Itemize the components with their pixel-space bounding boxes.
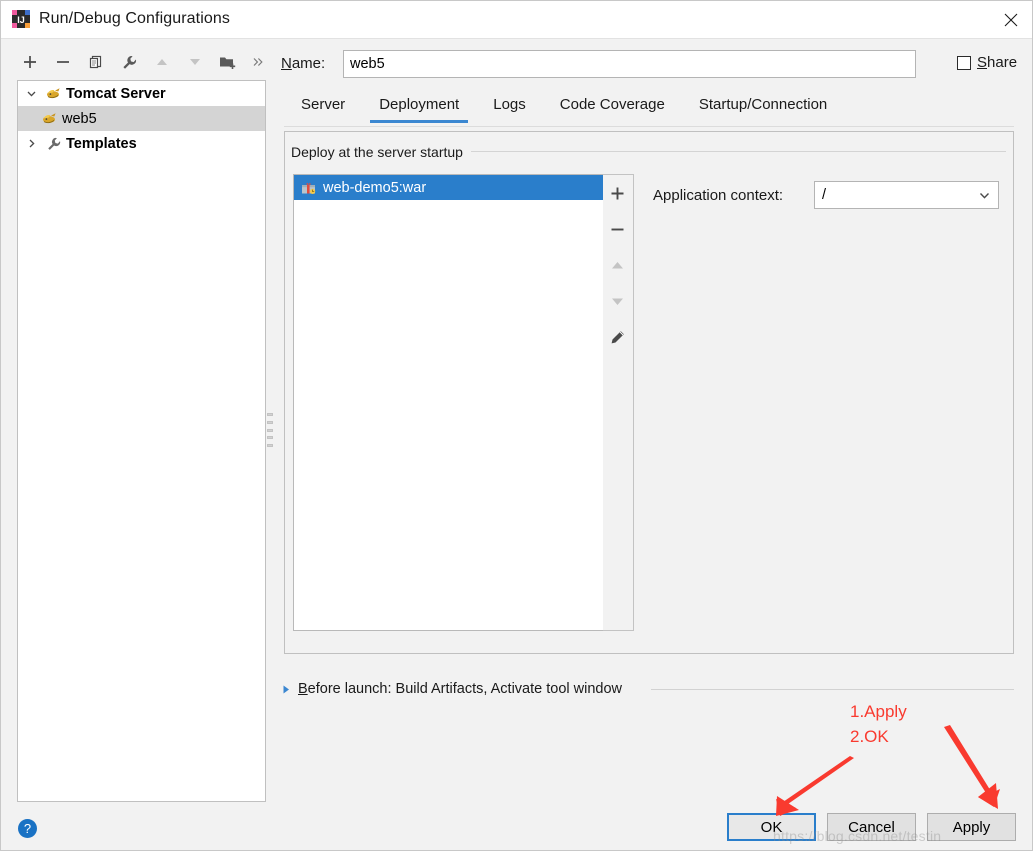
chevron-down-icon[interactable] [18,88,44,99]
before-launch-section[interactable]: Before launch: Build Artifacts, Activate… [282,681,622,697]
tree-item-templates[interactable]: Templates [18,131,265,156]
share-label: Share [977,54,1018,71]
svg-text:IJ: IJ [17,15,25,25]
ok-button[interactable]: OK [727,813,816,841]
help-icon[interactable]: ? [18,819,37,838]
chevron-down-icon[interactable] [970,189,998,202]
artifacts-list[interactable]: web-demo5:war [293,174,634,631]
before-launch-label: Before launch: Build Artifacts, Activate… [298,681,623,697]
tree-item-label: web5 [62,110,97,127]
annotation-line-1: 1.Apply [850,702,907,721]
new-folder-button[interactable] [215,48,241,76]
apply-button[interactable]: Apply [927,813,1016,841]
tab-deployment[interactable]: Deployment [362,93,476,123]
share-checkbox[interactable]: Share [957,54,1017,71]
before-launch-rule [651,689,1014,690]
arrow-pointing-to-ok-button [776,756,854,816]
checkbox-box[interactable] [957,55,971,70]
tomcat-icon [40,111,60,126]
configurations-toolbar [17,48,267,78]
edit-templates-button[interactable] [116,48,142,76]
tree-item-tomcat-server[interactable]: Tomcat Server [18,81,265,106]
chevron-right-icon[interactable] [18,138,44,149]
copy-configuration-button[interactable] [83,48,109,76]
tree-item-label: Tomcat Server [66,85,166,102]
tabs-divider [284,126,1014,127]
tree-item-web5[interactable]: web5 [18,106,265,131]
application-context-value: / [822,187,827,203]
move-artifact-down-button[interactable] [603,283,632,319]
group-title-rule [471,151,1006,152]
artifacts-list-toolbar [603,174,634,631]
more-options-button[interactable] [245,48,271,76]
arrow-pointing-to-apply-button [944,725,1000,809]
configurations-tree[interactable]: Tomcat Server web5 Templates [17,80,266,802]
remove-artifact-button[interactable] [603,211,632,247]
edit-artifact-button[interactable] [603,319,632,355]
deployment-group-title: Deploy at the server startup [291,144,468,160]
artifact-icon [298,179,318,197]
close-icon[interactable] [988,1,1032,38]
tomcat-icon [44,86,64,101]
tab-code-coverage[interactable]: Code Coverage [543,93,682,123]
add-artifact-button[interactable] [603,175,632,211]
name-input[interactable] [343,50,916,78]
cancel-button[interactable]: Cancel [827,813,916,841]
annotation-line-2: 2.OK [850,727,889,746]
tab-startup-connection[interactable]: Startup/Connection [682,93,844,123]
move-down-button[interactable] [182,48,208,76]
run-debug-configurations-dialog: IJ Run/Debug Configurations Tomcat Serve… [0,0,1033,851]
name-label: Name: [281,55,326,72]
title-bar: IJ Run/Debug Configurations [1,1,1032,39]
artifact-label: web-demo5:war [323,179,427,196]
configuration-tabs: Server Deployment Logs Code Coverage Sta… [284,93,1014,126]
add-configuration-button[interactable] [17,48,43,76]
panel-splitter[interactable] [266,413,274,447]
list-item[interactable]: web-demo5:war [294,175,633,200]
remove-configuration-button[interactable] [50,48,76,76]
tab-server[interactable]: Server [284,93,362,123]
wrench-icon [44,136,64,152]
tree-item-label: Templates [66,135,137,152]
intellij-idea-icon: IJ [12,10,30,28]
move-artifact-up-button[interactable] [603,247,632,283]
application-context-label: Application context: [653,187,784,204]
application-context-combobox[interactable]: / [814,181,999,209]
move-up-button[interactable] [149,48,175,76]
window-title: Run/Debug Configurations [39,10,230,27]
tab-logs[interactable]: Logs [476,93,543,123]
triangle-right-icon[interactable] [282,684,291,695]
